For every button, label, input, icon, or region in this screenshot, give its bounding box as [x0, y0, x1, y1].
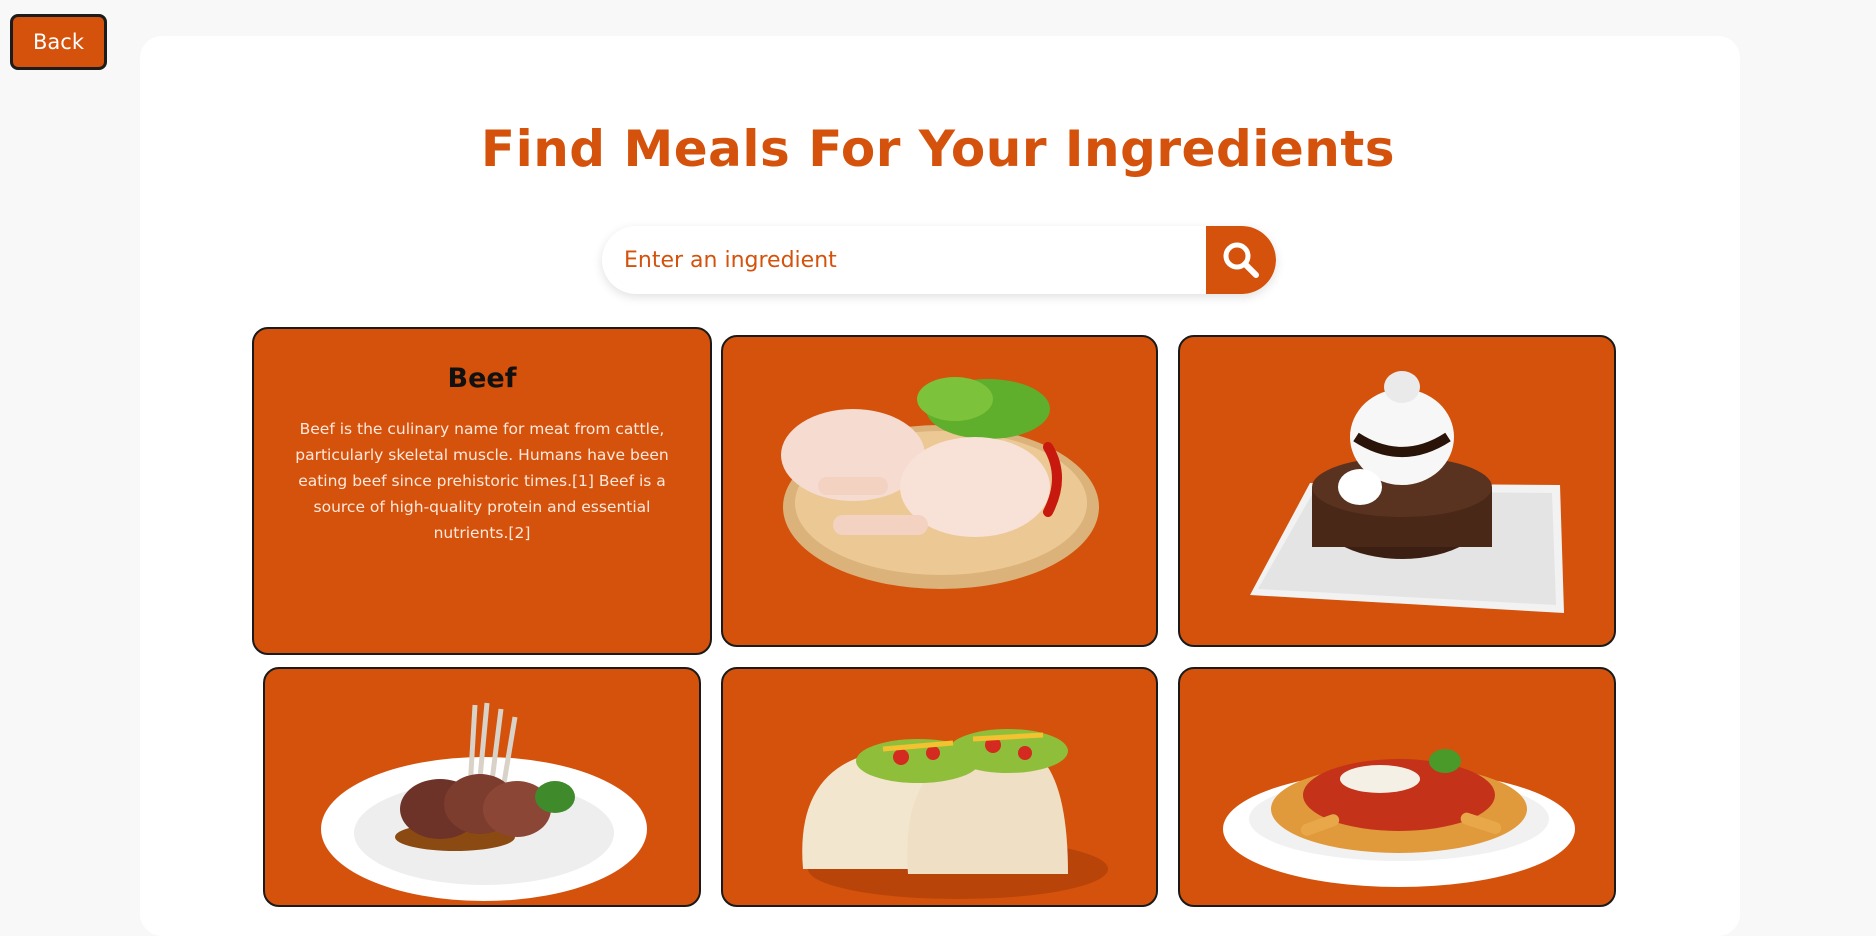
search-button[interactable] — [1206, 226, 1276, 294]
category-card-pasta[interactable] — [1178, 667, 1616, 907]
back-button[interactable]: Back — [10, 14, 107, 70]
card-title: Beef — [447, 363, 517, 394]
lamb-image — [321, 702, 647, 901]
search-input[interactable] — [602, 226, 1206, 294]
tacos-image — [802, 729, 1108, 899]
pasta-image — [1223, 749, 1575, 887]
category-card-chicken[interactable] — [721, 335, 1158, 647]
page-title: Find Meals For Your Ingredients — [480, 120, 1396, 178]
category-card-lamb[interactable] — [263, 667, 701, 907]
category-card-dessert[interactable] — [1178, 335, 1616, 647]
search-bar — [602, 226, 1276, 294]
search-icon — [1223, 242, 1259, 278]
card-description: Beef is the culinary name for meat from … — [295, 420, 669, 542]
category-card-tacos[interactable] — [721, 667, 1158, 907]
dessert-image — [1250, 371, 1564, 613]
category-card-beef[interactable]: Beef Beef is the culinary name for meat … — [252, 327, 712, 655]
chicken-image — [781, 377, 1099, 589]
